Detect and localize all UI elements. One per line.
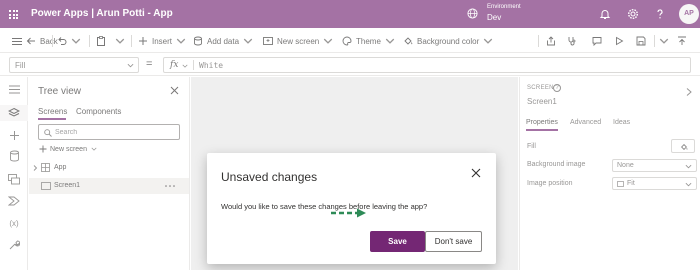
- close-icon[interactable]: [471, 168, 481, 178]
- dialog-message: Would you like to save these changes bef…: [221, 202, 428, 211]
- save-button[interactable]: Save: [370, 231, 425, 252]
- dialog-title: Unsaved changes: [221, 170, 318, 184]
- dont-save-button[interactable]: Don't save: [425, 231, 482, 252]
- annotation-arrow-icon: [331, 208, 366, 218]
